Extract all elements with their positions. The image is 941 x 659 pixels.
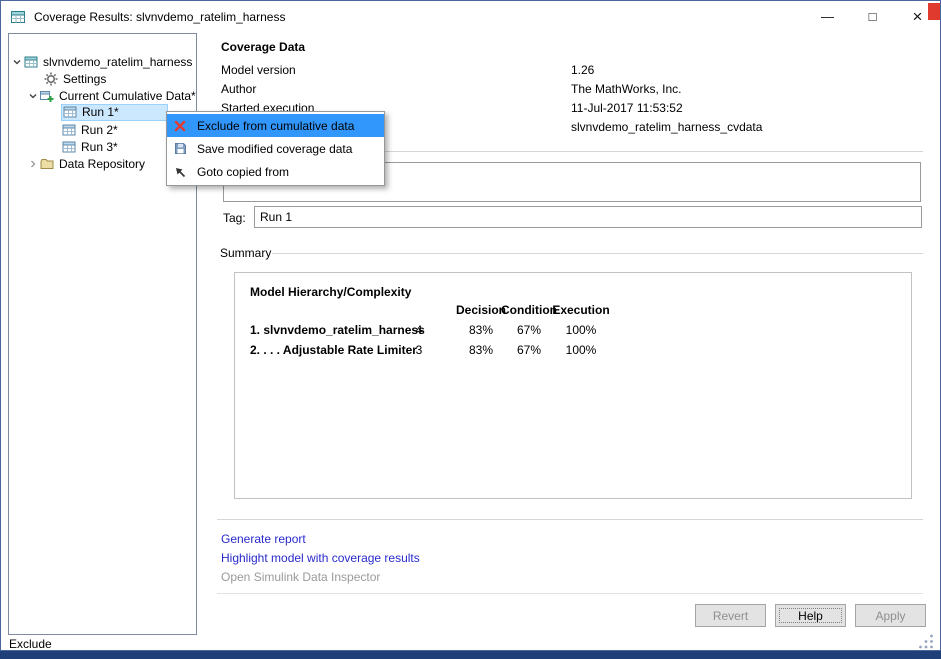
background-window-fragment — [928, 3, 940, 20]
highlight-model-link[interactable]: Highlight model with coverage results — [221, 551, 420, 565]
menu-item-label: Goto copied from — [197, 164, 290, 179]
run-data-icon — [63, 106, 77, 118]
tree-selection: Run 1* — [61, 104, 168, 121]
run-data-icon — [62, 141, 76, 152]
tree-item-label: Run 2* — [81, 122, 118, 137]
minimize-button[interactable]: — — [805, 1, 850, 32]
context-menu: Exclude from cumulative data Save modifi… — [166, 111, 385, 186]
window-title: Coverage Results: slvnvdemo_ratelim_harn… — [34, 9, 286, 24]
generate-report-link[interactable]: Generate report — [221, 532, 306, 546]
apply-button[interactable]: Apply — [855, 604, 926, 627]
chevron-right-icon[interactable] — [28, 159, 38, 169]
tree-item-label: Run 1* — [82, 105, 119, 119]
tree-item-label: Settings — [63, 71, 107, 86]
menu-item-save[interactable]: Save modified coverage data — [167, 137, 384, 160]
save-icon — [167, 142, 193, 155]
coverage-results-window: Coverage Results: slvnvdemo_ratelim_harn… — [0, 0, 941, 651]
coverage-root-icon — [24, 56, 38, 67]
field-label-author: Author — [221, 82, 257, 96]
chevron-down-icon[interactable] — [12, 57, 22, 67]
chevron-down-icon[interactable] — [28, 91, 38, 101]
table-row-name: 1. slvnvdemo_ratelim_harness — [250, 323, 425, 337]
tree-item-label: Current Cumulative Data* — [59, 88, 196, 103]
taskbar-fragment — [0, 651, 941, 659]
tree-item-root[interactable]: slvnvdemo_ratelim_harness — [9, 53, 196, 70]
field-label-model-version: Model version — [221, 63, 296, 77]
open-data-inspector-link[interactable]: Open Simulink Data Inspector — [221, 570, 380, 584]
field-value-stored-data: slvnvdemo_ratelim_harness_cvdata — [571, 120, 763, 134]
table-cell-execution: 100% — [565, 343, 597, 357]
maximize-button[interactable]: □ — [850, 1, 895, 32]
exclude-icon — [167, 120, 193, 132]
menu-item-exclude[interactable]: Exclude from cumulative data — [167, 114, 384, 137]
help-button[interactable]: Help — [775, 604, 846, 627]
field-value-author: The MathWorks, Inc. — [571, 82, 682, 96]
table-title: Model Hierarchy/Complexity — [250, 285, 412, 299]
tag-label: Tag: — [223, 211, 246, 225]
gear-icon — [44, 72, 58, 85]
tree-item-label: Run 3* — [81, 139, 118, 154]
menu-item-label: Save modified coverage data — [197, 141, 353, 156]
app-icon — [11, 10, 25, 23]
tree-item-label: Data Repository — [59, 156, 146, 171]
tree-item-label: slvnvdemo_ratelim_harness — [43, 54, 193, 69]
table-cell-complexity: 4 — [415, 323, 423, 337]
cumulative-data-icon — [40, 90, 54, 102]
table-cell-complexity: 3 — [415, 343, 423, 357]
coverage-data-heading: Coverage Data — [221, 40, 306, 54]
field-value-model-version: 1.26 — [571, 63, 595, 77]
status-bar-text: Exclude — [9, 637, 52, 651]
folder-icon — [40, 158, 54, 169]
menu-item-goto[interactable]: Goto copied from — [167, 160, 384, 183]
field-value-started-execution: 11-Jul-2017 11:53:52 — [571, 101, 683, 115]
resize-grip[interactable] — [918, 633, 935, 649]
table-cell-execution: 100% — [565, 323, 597, 337]
goto-icon — [167, 166, 193, 178]
run-data-icon — [62, 124, 76, 135]
summary-panel: Model Hierarchy/Complexity Decision Cond… — [234, 272, 912, 499]
tree-item-cumulative-data[interactable]: Current Cumulative Data* — [9, 87, 196, 104]
table-row-name: 2. . . . Adjustable Rate Limiter — [250, 343, 417, 357]
column-header-execution: Execution — [552, 303, 610, 317]
revert-button[interactable]: Revert — [695, 604, 766, 627]
separator — [272, 253, 923, 254]
menu-item-label: Exclude from cumulative data — [197, 118, 355, 133]
separator — [217, 593, 923, 594]
tag-input[interactable] — [254, 206, 922, 228]
tree-item-settings[interactable]: Settings — [9, 70, 196, 87]
separator — [217, 519, 923, 520]
title-bar: Coverage Results: slvnvdemo_ratelim_harn… — [1, 1, 940, 32]
summary-heading: Summary — [220, 246, 272, 260]
